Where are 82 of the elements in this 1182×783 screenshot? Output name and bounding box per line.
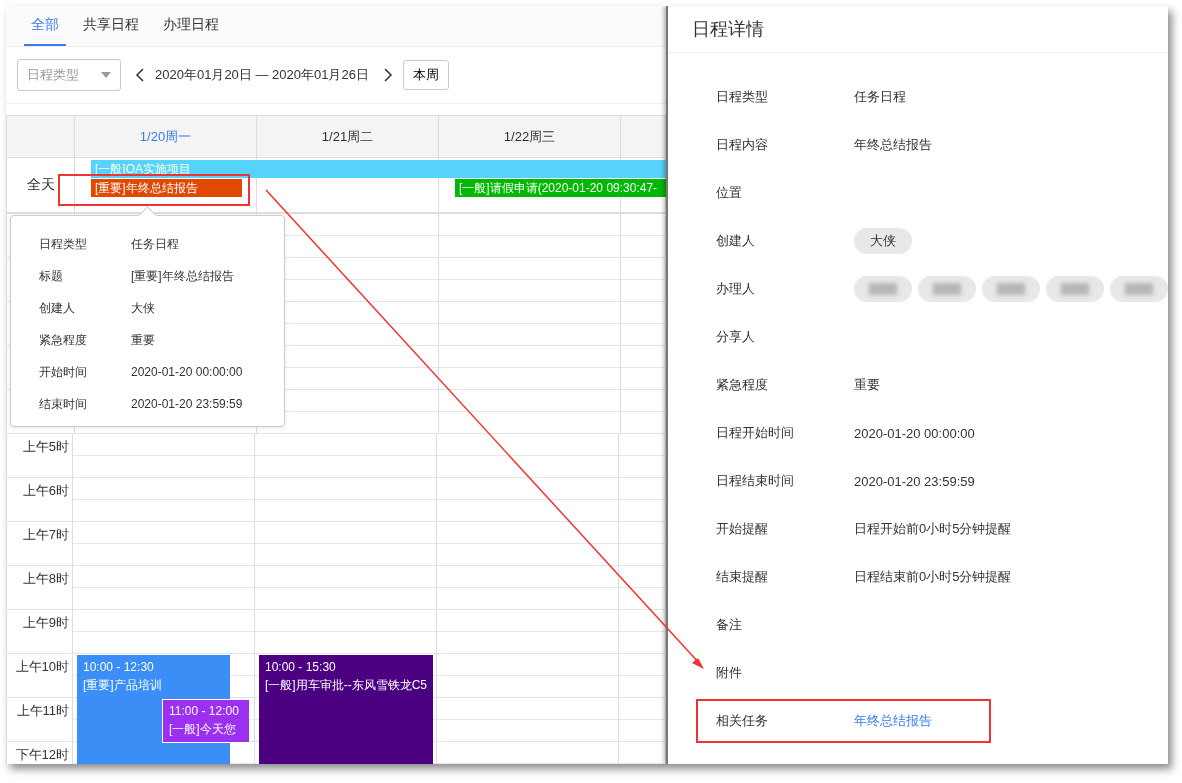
next-icon[interactable] <box>382 68 393 82</box>
popover-value: 2020-01-20 00:00:00 <box>131 365 243 379</box>
day-header[interactable]: 1/22周三 <box>439 116 621 157</box>
person-chip: 大侠 <box>854 228 912 254</box>
popover-value: [重要]年终总结报告 <box>131 267 234 285</box>
blurred-person-chip <box>1110 276 1168 302</box>
blurred-person-chip <box>982 276 1040 302</box>
field-label: 分享人 <box>716 328 756 346</box>
event-time: 10:00 - 12:30 <box>83 659 155 676</box>
calendar-event[interactable]: 10:00 - 15:30 [一般]用车审批--东风雪铁龙C5 <box>259 655 433 764</box>
time-slot <box>619 434 666 477</box>
previous-icon[interactable] <box>135 68 145 82</box>
all-day-label: 全天 <box>6 158 75 212</box>
blurred-person-chip <box>854 276 912 302</box>
popover-label: 结束时间 <box>39 395 88 413</box>
panel-title: 日程详情 <box>692 18 764 41</box>
related-task-link[interactable]: 年终总结报告 <box>854 712 932 730</box>
hour-label: 上午5时 <box>6 434 73 477</box>
popover-value: 任务日程 <box>131 235 179 253</box>
hour-label: 上午8时 <box>6 566 73 609</box>
blurred-person-chip <box>918 276 976 302</box>
popover-label: 紧急程度 <box>39 331 88 349</box>
field-label: 创建人 <box>716 232 756 250</box>
field-label: 位置 <box>716 184 743 202</box>
date-range: 2020年01月20日 — 2020年01月26日 <box>155 66 369 84</box>
time-slot <box>619 610 666 653</box>
blurred-person-chip <box>1046 276 1104 302</box>
tab[interactable]: 全部 <box>24 6 66 46</box>
field-label: 开始提醒 <box>716 520 769 538</box>
hour-label: 下午12时 <box>6 742 73 764</box>
popover-value: 大侠 <box>131 299 155 317</box>
time-slot <box>619 698 666 741</box>
day-header[interactable]: 1/21周二 <box>257 116 439 157</box>
time-slot <box>621 214 666 257</box>
hour-label: 上午9时 <box>6 610 73 653</box>
field-label: 日程类型 <box>716 88 769 106</box>
field-label: 日程内容 <box>716 136 769 154</box>
time-slot <box>621 390 666 433</box>
field-label: 相关任务 <box>716 712 769 730</box>
this-week-button[interactable]: 本周 <box>402 60 449 90</box>
all-day-event[interactable]: [重要]年终总结报告 <box>91 179 242 197</box>
popover-label: 创建人 <box>39 299 76 317</box>
day-header[interactable]: 1/20周一 <box>75 116 257 157</box>
field-value: 年终总结报告 <box>854 136 932 154</box>
popover-label: 日程类型 <box>39 235 88 253</box>
field-label: 备注 <box>716 616 743 634</box>
tab[interactable]: 办理日程 <box>156 6 226 46</box>
popover-label: 标题 <box>39 267 64 285</box>
event-title: [重要]产品培训 <box>83 677 163 694</box>
popover-label: 开始时间 <box>39 363 88 381</box>
field-label: 办理人 <box>716 280 756 298</box>
calendar-event[interactable]: 11:00 - 12:00 [一般]今天您 <box>162 699 250 743</box>
time-slot <box>619 654 666 697</box>
popover-value: 重要 <box>131 331 155 349</box>
tab[interactable]: 共享日程 <box>76 6 146 46</box>
field-label: 日程开始时间 <box>716 424 795 442</box>
all-day-event[interactable]: [一般]请假申请(2020-01-20 09:30:47- <box>455 179 666 197</box>
hour-label: 上午6时 <box>6 478 73 521</box>
field-value: 日程开始前0小时5分钟提醒 <box>854 520 1012 538</box>
popover-value: 2020-01-20 23:59:59 <box>131 397 243 411</box>
field-label: 结束提醒 <box>716 568 769 586</box>
field-value: 2020-01-20 23:59:59 <box>854 473 975 489</box>
caret-icon <box>101 72 111 78</box>
time-slot <box>619 522 666 565</box>
time-slot <box>619 566 666 609</box>
field-value: 2020-01-20 00:00:00 <box>854 425 975 441</box>
time-slot <box>619 478 666 521</box>
hour-label: 上午7时 <box>6 522 73 565</box>
field-label: 日程结束时间 <box>716 472 795 490</box>
time-slot <box>621 258 666 301</box>
field-value: 任务日程 <box>854 88 906 106</box>
hour-label: 上午10时 <box>6 654 73 697</box>
event-time: 10:00 - 15:30 <box>265 659 337 676</box>
field-label: 附件 <box>716 664 743 682</box>
type-select[interactable]: 日程类型 <box>17 59 121 91</box>
time-slot <box>621 302 666 345</box>
event-title: [一般]用车审批--东风雪铁龙C5 <box>265 677 427 694</box>
field-value: 日程结束前0小时5分钟提醒 <box>854 568 1012 586</box>
time-slot <box>621 346 666 389</box>
field-value: 重要 <box>854 376 880 394</box>
hour-label: 上午11时 <box>6 698 73 741</box>
field-label: 紧急程度 <box>716 376 769 394</box>
